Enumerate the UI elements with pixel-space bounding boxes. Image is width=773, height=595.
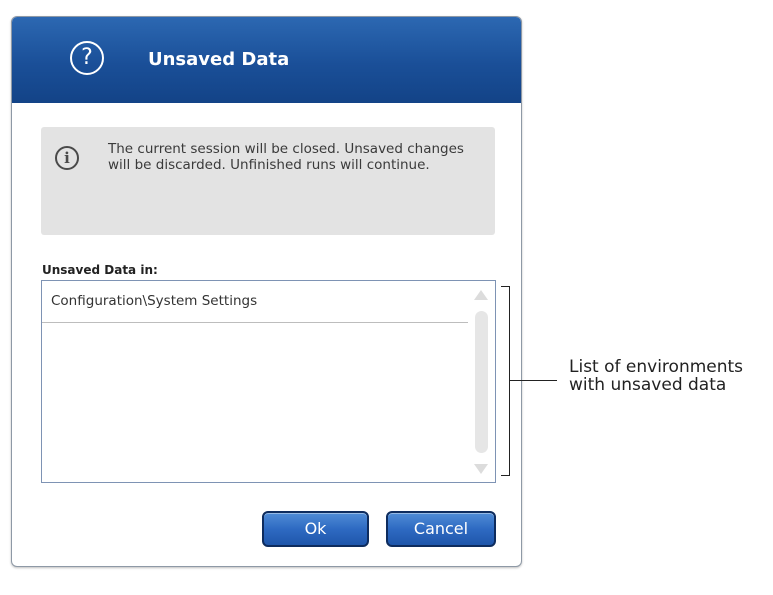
info-message: The current session will be closed. Unsa… [108, 141, 464, 173]
dialog-title: Unsaved Data [148, 49, 290, 70]
scroll-up-arrow-icon[interactable] [474, 290, 488, 300]
callout-annotation: List of environments with unsaved data [569, 358, 773, 394]
list-item[interactable]: Configuration\System Settings [42, 281, 468, 323]
cancel-button[interactable]: Cancel [386, 511, 496, 547]
callout-line-2: with unsaved data [569, 375, 727, 395]
scroll-down-arrow-icon[interactable] [474, 464, 488, 474]
dialog-titlebar: ? Unsaved Data [12, 17, 521, 103]
scroll-thumb[interactable] [475, 311, 488, 453]
unsaved-data-dialog: ? Unsaved Data i The current session wil… [11, 16, 522, 567]
question-icon: ? [70, 41, 104, 75]
callout-line-1: List of environments [569, 357, 744, 377]
ok-button[interactable]: Ok [262, 511, 369, 547]
callout-bracket [501, 286, 510, 476]
info-message-box: i The current session will be closed. Un… [41, 127, 495, 235]
unsaved-data-list[interactable]: Configuration\System Settings [41, 280, 496, 483]
info-icon: i [55, 146, 79, 170]
list-scrollbar[interactable] [473, 287, 489, 477]
unsaved-data-label: Unsaved Data in: [42, 263, 158, 277]
callout-line [510, 380, 557, 381]
